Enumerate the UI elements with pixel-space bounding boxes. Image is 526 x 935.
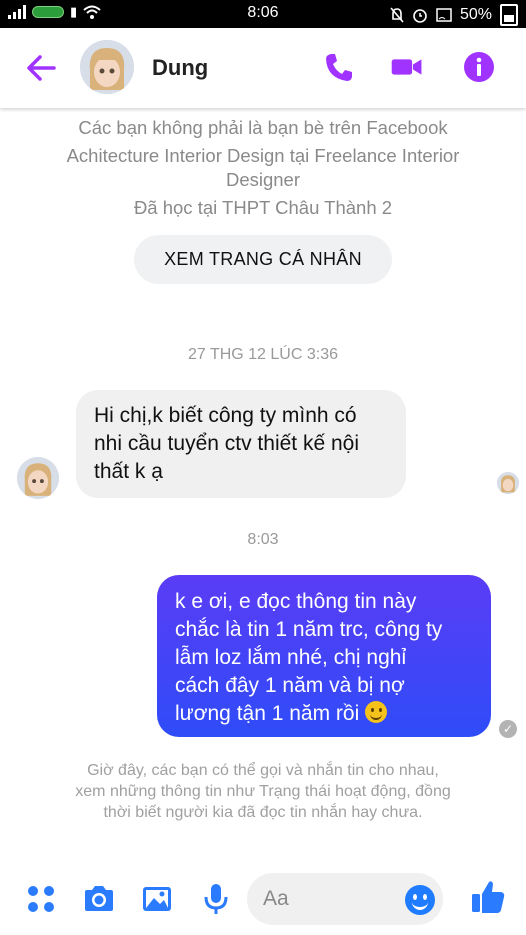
message-line-last: lương tận 1 năm rồi bbox=[175, 700, 473, 728]
message-line: cách đây 1 năm và bị nợ bbox=[175, 674, 405, 697]
back-arrow-icon[interactable] bbox=[22, 48, 62, 88]
sent-check-icon: ✓ bbox=[499, 720, 517, 738]
message-timestamp: 27 THG 12 LÚC 3:36 bbox=[187, 346, 338, 363]
work-info-text-cont: Designer bbox=[225, 169, 301, 190]
emoji-icon[interactable] bbox=[405, 885, 435, 915]
more-options-icon[interactable] bbox=[24, 882, 58, 916]
not-friends-text: Các bạn không phải là bạn bè trên Facebo… bbox=[78, 117, 448, 138]
message-line: lẫm loz lắm nhé, chị nghỉ bbox=[175, 646, 407, 669]
view-profile-button[interactable]: XEM TRANG CÁ NHÂN bbox=[134, 235, 392, 284]
message-line: lương tận 1 năm rồi bbox=[175, 702, 360, 725]
read-receipt-avatar bbox=[497, 472, 519, 494]
chat-header: Dung bbox=[0, 28, 526, 108]
message-line: thất k ạ bbox=[94, 460, 163, 483]
gallery-icon[interactable] bbox=[140, 882, 174, 916]
education-info-text: Đã học tại THPT Châu Thành 2 bbox=[133, 197, 393, 218]
cast-icon bbox=[436, 8, 452, 22]
contact-name[interactable]: Dung bbox=[152, 55, 208, 81]
message-input[interactable]: Aa bbox=[247, 873, 443, 925]
outgoing-message-bubble[interactable]: k e ơi, e đọc thông tin này chắc là tin … bbox=[157, 575, 491, 737]
microphone-icon[interactable] bbox=[199, 882, 233, 916]
battery-icon bbox=[500, 4, 518, 26]
camera-icon[interactable] bbox=[82, 882, 116, 916]
contact-avatar[interactable] bbox=[80, 40, 134, 94]
battery-percent: 50% bbox=[459, 6, 492, 23]
message-line: Hi chị,k biết công ty mình có bbox=[94, 404, 357, 427]
info-icon[interactable] bbox=[462, 50, 496, 84]
video-call-icon[interactable] bbox=[390, 50, 424, 84]
alarm-icon bbox=[413, 9, 427, 23]
status-right: 50% bbox=[390, 4, 518, 26]
thumbs-up-icon[interactable] bbox=[470, 878, 506, 916]
message-composer: Aa bbox=[0, 865, 526, 935]
phone-call-icon[interactable] bbox=[322, 50, 356, 84]
no-sound-icon bbox=[390, 7, 404, 23]
message-line: k e ơi, e đọc thông tin này bbox=[175, 590, 417, 613]
message-input-placeholder: Aa bbox=[263, 887, 289, 910]
smiley-emoji-icon bbox=[365, 701, 388, 723]
message-line: chắc là tin 1 năm trc, công ty bbox=[175, 618, 443, 641]
message-timestamp: 8:03 bbox=[247, 531, 279, 548]
work-info-text: Achitecture Interior Design tại Freelanc… bbox=[66, 145, 460, 166]
message-line: nhi cầu tuyển ctv thiết kế nội bbox=[94, 432, 359, 455]
messenger-notice-text: Giờ đây, các bạn có thể gọi và nhắn tin … bbox=[75, 762, 451, 821]
sender-avatar[interactable] bbox=[17, 457, 59, 499]
status-bar: ▮ 8:06 50% bbox=[0, 0, 526, 28]
incoming-message-bubble[interactable]: Hi chị,k biết công ty mình có nhi cầu tu… bbox=[76, 390, 406, 498]
